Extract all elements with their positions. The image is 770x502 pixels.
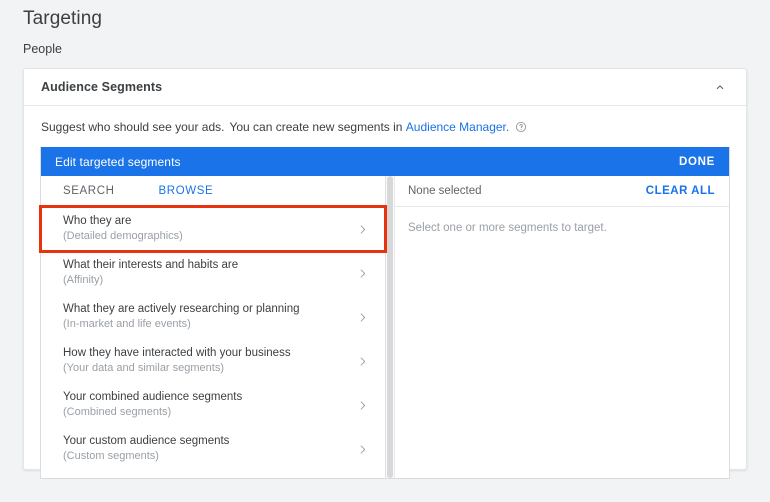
clear-all-button[interactable]: CLEAR ALL [646, 185, 715, 197]
tab-browse[interactable]: BROWSE [159, 185, 214, 197]
segment-editor: Edit targeted segments DONE SEARCH BROWS… [39, 147, 730, 479]
segment-row-interacted-business[interactable]: How they have interacted with your busin… [41, 339, 385, 383]
segment-row-subtitle: (Your data and similar segments) [63, 362, 225, 375]
segment-row-texts: Who they are (Detailed demographics) [63, 214, 183, 244]
segment-list: Who they are (Detailed demographics) Wha… [39, 205, 387, 471]
segment-row-subtitle: (Affinity) [63, 274, 104, 287]
editor-panels: SEARCH BROWSE Who they are (Detailed dem… [39, 176, 729, 478]
segment-row-texts: Your custom audience segments (Custom se… [63, 434, 229, 464]
selection-placeholder: Select one or more segments to target. [408, 222, 607, 234]
tab-search[interactable]: SEARCH [63, 185, 115, 197]
segment-row-combined-segments[interactable]: Your combined audience segments (Combine… [41, 383, 385, 427]
done-button[interactable]: DONE [679, 156, 715, 168]
chevron-right-icon [356, 443, 369, 456]
chevron-right-icon [356, 399, 369, 412]
selection-status: None selected [408, 185, 482, 197]
suggest-description: Suggest who should see your ads. You can… [24, 106, 746, 147]
edit-bar-title: Edit targeted segments [55, 154, 181, 169]
tab-bar: SEARCH BROWSE [41, 176, 385, 207]
segment-row-who-they-are[interactable]: Who they are (Detailed demographics) [39, 205, 387, 253]
segment-row-title: Your custom audience segments [63, 434, 230, 447]
segment-row-title: What they are actively researching or pl… [63, 302, 300, 315]
chevron-up-icon[interactable] [711, 78, 729, 96]
help-circle-icon[interactable] [515, 121, 527, 133]
selection-header: None selected CLEAR ALL [395, 176, 729, 207]
card-title: Audience Segments [41, 80, 163, 94]
segment-row-subtitle: (Custom segments) [63, 450, 159, 463]
card-header: Audience Segments [24, 69, 746, 106]
audience-manager-link[interactable]: Audience Manager. [406, 120, 509, 134]
segment-list-scrollbar[interactable] [386, 176, 395, 478]
segment-row-texts: Your combined audience segments (Combine… [63, 390, 242, 420]
browse-panel: SEARCH BROWSE Who they are (Detailed dem… [39, 176, 387, 478]
chevron-right-icon [356, 355, 369, 368]
segment-row-interests-habits[interactable]: What their interests and habits are (Aff… [41, 251, 385, 295]
selected-segments-panel: None selected CLEAR ALL Select one or mo… [395, 176, 729, 478]
scrollbar-thumb[interactable] [387, 176, 393, 478]
audience-segments-card: Audience Segments Suggest who should see… [23, 68, 747, 479]
segment-row-texts: What their interests and habits are (Aff… [63, 258, 238, 288]
segment-row-subtitle: (In-market and life events) [63, 318, 191, 331]
section-label-people: People [23, 42, 62, 56]
segment-row-texts: How they have interacted with your busin… [63, 346, 291, 376]
chevron-right-icon [356, 311, 369, 324]
segment-row-title: What their interests and habits are [63, 258, 239, 271]
card-body: Suggest who should see your ads. You can… [24, 106, 746, 479]
segment-row-subtitle: (Combined segments) [63, 406, 172, 419]
segment-row-custom-segments[interactable]: Your custom audience segments (Custom se… [41, 427, 385, 471]
segment-row-title: Your combined audience segments [63, 390, 243, 403]
segment-row-title: How they have interacted with your busin… [63, 346, 291, 359]
segment-row-texts: What they are actively researching or pl… [63, 302, 300, 332]
suggest-text-primary: Suggest who should see your ads. [41, 120, 225, 134]
suggest-text-secondary: You can create new segments in [229, 120, 403, 134]
segment-row-title: Who they are [63, 214, 132, 227]
segment-row-subtitle: (Detailed demographics) [63, 230, 183, 243]
edit-targeted-segments-bar: Edit targeted segments DONE [41, 147, 729, 176]
page-title: Targeting [23, 8, 103, 29]
segment-row-researching-planning[interactable]: What they are actively researching or pl… [41, 295, 385, 339]
chevron-right-icon [356, 223, 369, 236]
chevron-right-icon [356, 267, 369, 280]
